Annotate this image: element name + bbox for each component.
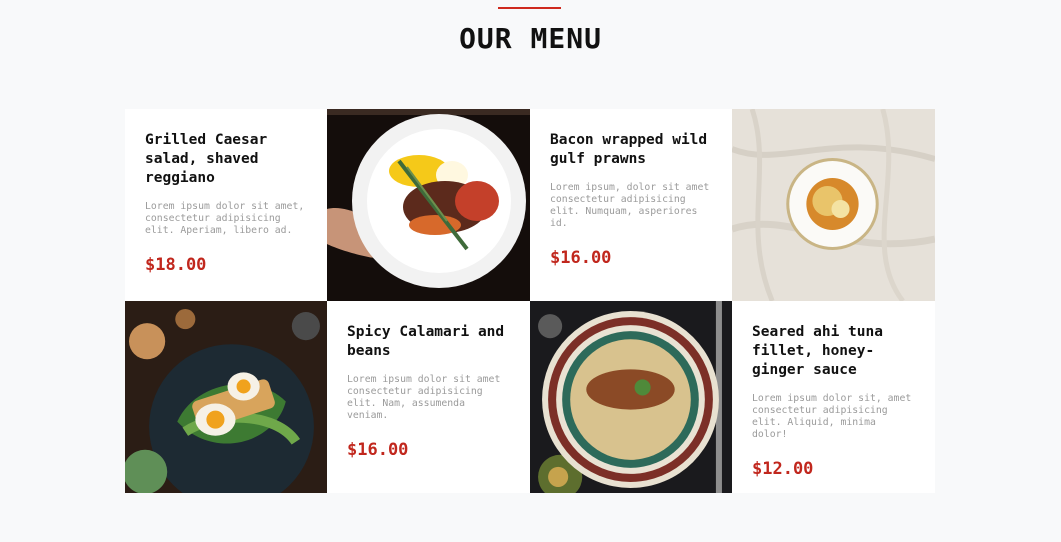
menu-item-name: Spicy Calamari and beans (347, 324, 505, 359)
menu-grid: Grilled Caesar salad, shaved reggiano Lo… (125, 109, 935, 493)
dish-photo-egg-toast (125, 301, 328, 493)
menu-item-card: Bacon wrapped wild gulf prawns Lorem ips… (530, 109, 733, 301)
menu-item-price: $16.00 (550, 248, 612, 268)
dish-photo-pasta-on-linen (732, 109, 935, 301)
menu-item-price: $18.00 (145, 255, 207, 275)
menu-item-description: Lorem ipsum, dolor sit amet consectetur … (550, 182, 710, 229)
menu-item-price: $16.00 (347, 440, 409, 460)
menu-item-description: Lorem ipsum dolor sit amet, consectetur … (145, 201, 305, 236)
menu-item-price: $12.00 (752, 459, 814, 479)
section-title: OUR MENU (459, 22, 602, 55)
menu-item-card: Seared ahi tuna fillet, honey-ginger sau… (732, 301, 935, 493)
menu-item-name: Bacon wrapped wild gulf prawns (550, 132, 708, 167)
menu-item-description: Lorem ipsum dolor sit amet consectetur a… (347, 374, 501, 421)
menu-item-name: Seared ahi tuna fillet, honey-ginger sau… (752, 324, 883, 378)
menu-item-card: Spicy Calamari and beans Lorem ipsum dol… (327, 301, 530, 493)
menu-item-card: Grilled Caesar salad, shaved reggiano Lo… (125, 109, 328, 301)
menu-item-name: Grilled Caesar salad, shaved reggiano (145, 132, 268, 186)
heading-accent-line (498, 7, 561, 9)
dish-photo-rice-bowl (530, 301, 733, 493)
dish-photo-steak-plate (327, 109, 530, 301)
menu-item-description: Lorem ipsum dolor sit, amet consectetur … (752, 393, 912, 440)
